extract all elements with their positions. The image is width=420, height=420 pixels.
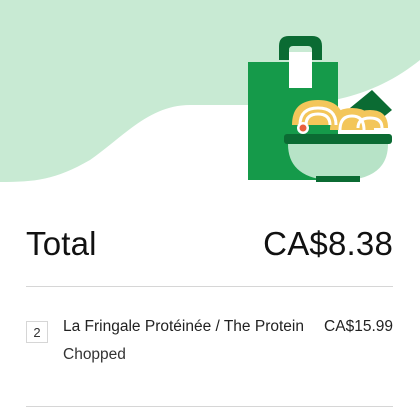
- divider: [26, 286, 393, 287]
- item-details: La Fringale Protéinée / The Protein CA$1…: [63, 318, 393, 364]
- order-receipt-screen: Total CA$8.38 2 La Fringale Protéinée / …: [0, 0, 420, 420]
- divider: [26, 406, 393, 407]
- item-quantity-badge: 2: [26, 321, 48, 343]
- order-item: 2 La Fringale Protéinée / The Protein CA…: [26, 318, 393, 364]
- hero-banner: [0, 0, 420, 190]
- total-row: Total CA$8.38: [26, 222, 393, 266]
- total-amount: CA$8.38: [263, 225, 393, 262]
- item-modifier: Chopped: [63, 346, 126, 363]
- hero-illustration: [0, 0, 420, 182]
- item-price: CA$15.99: [324, 318, 393, 335]
- item-line: La Fringale Protéinée / The Protein CA$1…: [63, 318, 393, 336]
- total-label: Total: [26, 225, 97, 262]
- item-name: La Fringale Protéinée / The Protein: [63, 318, 304, 335]
